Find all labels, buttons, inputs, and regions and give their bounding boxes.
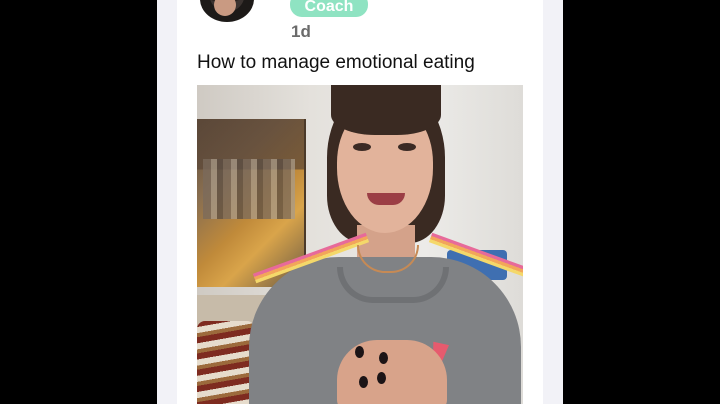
fingernail <box>359 376 368 388</box>
presenter-bangs <box>331 85 441 135</box>
post-card[interactable]: Coach 1d How to manage emotional eating <box>177 0 543 404</box>
coach-badge-label: Coach <box>304 0 354 15</box>
fingernail <box>379 352 388 364</box>
app-screen: Coach 1d How to manage emotional eating <box>157 0 563 404</box>
presenter-right-eye <box>398 143 416 151</box>
avatar-face <box>214 0 236 16</box>
post-title[interactable]: How to manage emotional eating <box>197 52 475 74</box>
fingernail <box>355 346 364 358</box>
presenter-mouth <box>367 193 405 205</box>
video-presenter <box>197 85 523 404</box>
post-timestamp: 1d <box>291 22 311 41</box>
fingernail <box>377 372 386 384</box>
video-thumbnail[interactable] <box>197 85 523 404</box>
avatar[interactable] <box>200 0 254 22</box>
coach-badge: Coach <box>290 0 368 17</box>
presenter-hands <box>337 340 447 404</box>
presenter-left-eye <box>353 143 371 151</box>
